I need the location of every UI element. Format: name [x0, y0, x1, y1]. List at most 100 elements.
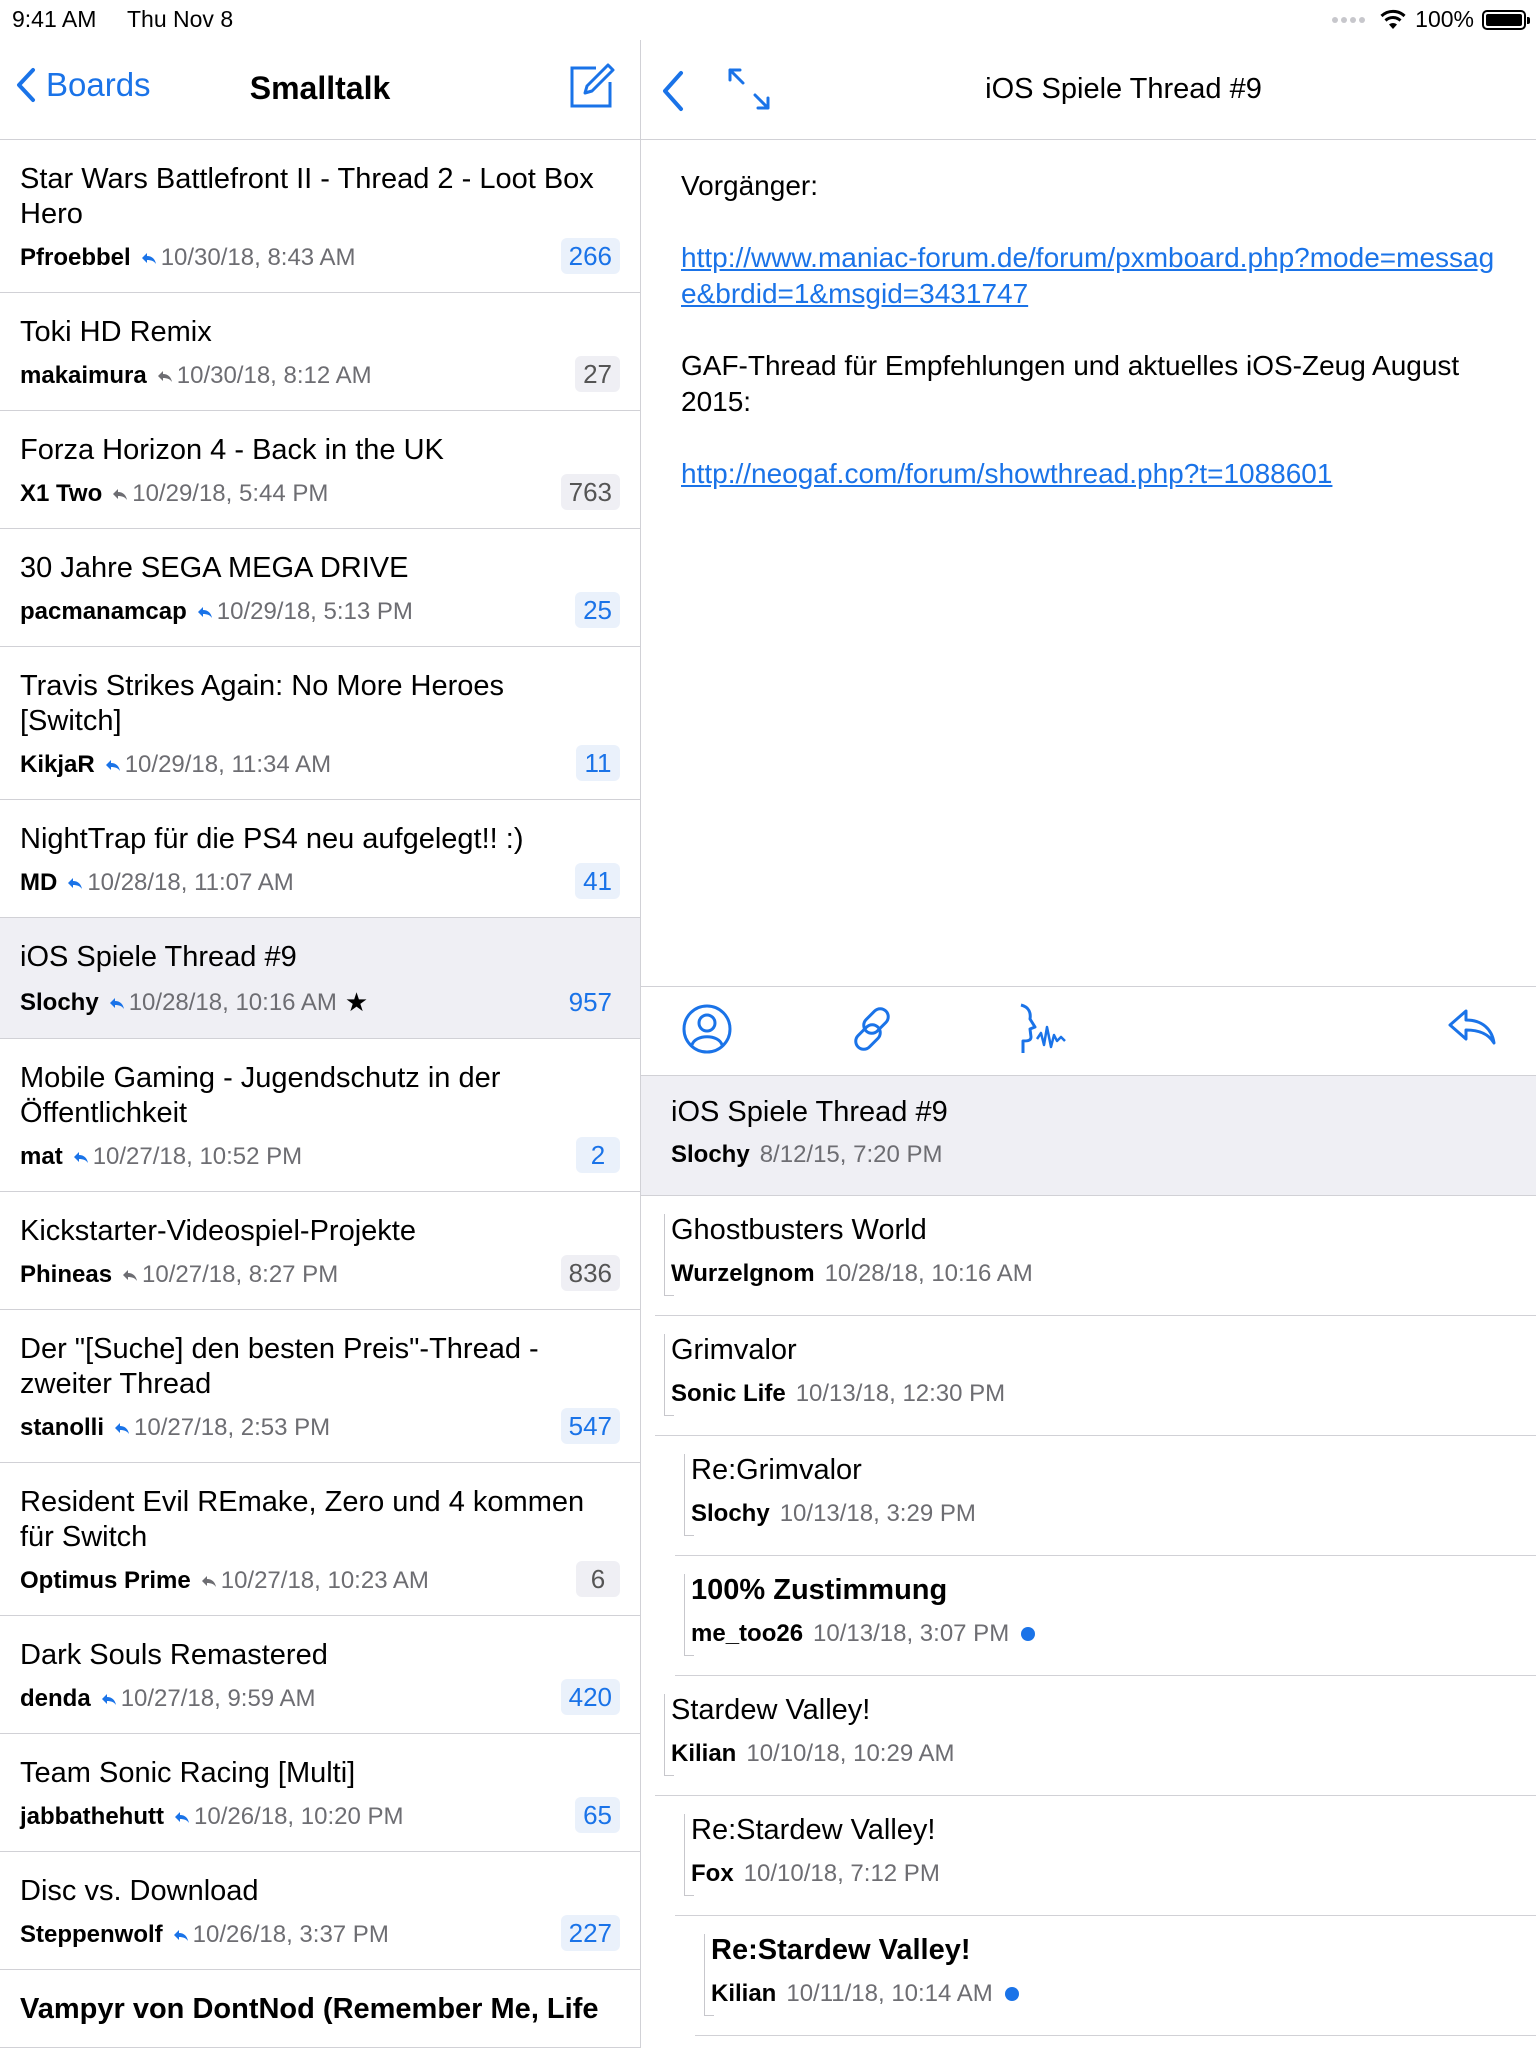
thread-row[interactable]: NightTrap für die PS4 neu aufgelegt!! :)…: [0, 800, 640, 918]
message-link-maniac[interactable]: http://www.maniac-forum.de/forum/pxmboar…: [681, 242, 1494, 309]
thread-row-author: pacmanamcap: [20, 598, 187, 625]
star-icon: ★: [344, 987, 369, 1017]
thread-row[interactable]: Dark Souls Remastered denda 10/27/18, 9:59…: [0, 1616, 640, 1734]
post-count-badge: 836: [560, 1255, 620, 1291]
thread-row-title: Forza Horizon 4 - Back in the UK: [20, 434, 444, 466]
thread-list: Star Wars Battlefront II - Thread 2 - Lo…: [0, 140, 640, 2048]
reply-date: 10/13/18, 3:29 PM: [779, 1500, 976, 1527]
tree-tick: [664, 1775, 674, 1776]
thread-row-date: 10/27/18, 9:59 AM: [120, 1685, 316, 1712]
reply-arrow-icon: [141, 244, 161, 272]
thread-row-meta: denda 10/27/18, 9:59 AM: [20, 1685, 620, 1713]
thread-row[interactable]: Travis Strikes Again: No More Heroes [Sw…: [0, 647, 640, 800]
thread-row-title: Der "[Suche] den besten Preis"-Thread - …: [20, 1333, 539, 1400]
post-count-badge: 420: [560, 1679, 620, 1715]
reply-arrow-icon[interactable]: [1446, 1003, 1498, 1051]
reply-date: 10/10/18, 7:12 PM: [743, 1860, 940, 1887]
battery-icon: [1482, 9, 1530, 30]
reply-row[interactable]: Grimvalor Sonic Life 10/13/18, 12:30 PM: [641, 1316, 1536, 1436]
thread-row-date: 10/29/18, 5:13 PM: [216, 598, 413, 625]
message-text-gaf: GAF-Thread für Empfehlungen und aktuelle…: [681, 350, 1460, 417]
unread-dot-icon: [1004, 1987, 1019, 2001]
chevron-left-icon: [17, 68, 35, 102]
thread-row-author: Pfroebbel: [20, 244, 131, 271]
reply-row[interactable]: Re:Grimvalor Slochy 10/13/18, 3:29 PM: [641, 1436, 1536, 1556]
reply-row[interactable]: Re:Stardew Valley! Fox 10/10/18, 7:12 PM: [641, 1796, 1536, 1916]
thread-row-title: iOS Spiele Thread #9: [20, 941, 297, 973]
post-count-badge: 41: [575, 863, 620, 899]
reply-row[interactable]: Ghostbusters World Wurzelgnom 10/28/18, 10…: [641, 1196, 1536, 1316]
reply-row[interactable]: Stardew Valley! Kilian 10/10/18, 10:29 AM: [641, 1676, 1536, 1796]
reply-title: Grimvalor: [671, 1334, 797, 1366]
reply-date: 10/28/18, 10:16 AM: [824, 1260, 1033, 1287]
thread-row-date: 10/28/18, 11:07 AM: [87, 869, 294, 896]
thread-row-date: 10/27/18, 10:52 PM: [92, 1143, 303, 1170]
reply-author: Sonic Life: [671, 1380, 786, 1407]
tree-tick: [664, 1415, 674, 1416]
thread-row[interactable]: Forza Horizon 4 - Back in the UK X1 Two 10…: [0, 411, 640, 529]
boards-back-button[interactable]: Boards: [16, 66, 151, 104]
reply-row[interactable]: Re:Stardew Valley! Kilian 10/11/18, 10:14 …: [641, 1916, 1536, 2036]
thread-row-author: makaimura: [20, 362, 147, 389]
thread-row[interactable]: iOS Spiele Thread #9 Slochy 10/28/18, 10:1…: [0, 918, 640, 1039]
thread-row[interactable]: Kickstarter-Videospiel-Projekte Phineas 10…: [0, 1192, 640, 1310]
thread-row-meta: stanolli 10/27/18, 2:53 PM: [20, 1414, 620, 1442]
thread-row[interactable]: Team Sonic Racing [Multi] jabbathehutt 10/…: [0, 1734, 640, 1852]
thread-row[interactable]: Toki HD Remix makaimura 10/30/18, 8:12 AM 2…: [0, 293, 640, 411]
thread-row-date: 10/26/18, 10:20 PM: [194, 1803, 404, 1830]
reply-title: Re:Grimvalor: [691, 1454, 862, 1486]
root-author: Slochy: [671, 1141, 750, 1168]
thread-title: iOS Spiele Thread #9: [985, 73, 1262, 105]
reply-arrow-icon: [114, 1414, 134, 1442]
thread-row[interactable]: Resident Evil REmake, Zero und 4 kommen …: [0, 1463, 640, 1616]
thread-row[interactable]: Mobile Gaming - Jugendschutz in der Öffe…: [0, 1039, 640, 1192]
reply-arrow-icon: [73, 1143, 93, 1171]
reply-arrow-icon: [101, 1685, 121, 1713]
thread-row-date: 10/29/18, 5:44 PM: [132, 480, 329, 507]
wifi-icon: [1380, 9, 1406, 29]
profile-icon[interactable]: [681, 1003, 733, 1055]
reply-meta: Slochy 10/13/18, 3:29 PM: [691, 1500, 976, 1528]
post-count-badge: 6: [576, 1561, 620, 1597]
thread-row[interactable]: Disc vs. Download Steppenwolf 10/26/18, 3:…: [0, 1852, 640, 1970]
speak-icon[interactable]: [1011, 1003, 1071, 1059]
thread-row-meta: X1 Two 10/29/18, 5:44 PM: [20, 480, 620, 508]
thread-row-meta: MD 10/28/18, 11:07 AM: [20, 869, 620, 897]
tree-tick: [704, 2015, 714, 2016]
post-count-badge: 227: [560, 1915, 620, 1951]
thread-row-author: KikjaR: [20, 751, 95, 778]
message-link-neogaf[interactable]: http://neogaf.com/forum/showthread.php?t…: [681, 458, 1332, 489]
thread-row[interactable]: 30 Jahre SEGA MEGA DRIVE pacmanamcap 10/29…: [0, 529, 640, 647]
boards-back-label: Boards: [46, 66, 151, 103]
reply-author: Slochy: [691, 1500, 770, 1527]
thread-root-item[interactable]: iOS Spiele Thread #9 Slochy 8/12/15, 7:20…: [641, 1076, 1536, 1196]
thread-row[interactable]: Star Wars Battlefront II - Thread 2 - Lo…: [0, 140, 640, 293]
thread-row-date: 10/27/18, 10:23 AM: [220, 1567, 429, 1594]
thread-row-meta: pacmanamcap 10/29/18, 5:13 PM: [20, 598, 620, 626]
reply-title: Stardew Valley!: [671, 1694, 871, 1726]
thread-row[interactable]: Vampyr von DontNod (Remember Me, Life: [0, 1970, 640, 2048]
link-icon[interactable]: [846, 1003, 898, 1055]
post-count-badge: 11: [576, 745, 620, 781]
thread-row-title: Mobile Gaming - Jugendschutz in der Öffe…: [20, 1062, 501, 1129]
post-count-badge: 2: [576, 1137, 620, 1173]
thread-row-date: 10/29/18, 11:34 AM: [124, 751, 332, 778]
root-title: iOS Spiele Thread #9: [671, 1096, 948, 1128]
reply-date: 10/13/18, 12:30 PM: [795, 1380, 1006, 1407]
message-body: Vorgänger: http://www.maniac-forum.de/fo…: [641, 140, 1536, 986]
thread-row[interactable]: Der "[Suche] den besten Preis"-Thread - …: [0, 1310, 640, 1463]
reply-arrow-icon: [174, 1803, 194, 1831]
reply-author: Kilian: [671, 1740, 737, 1767]
signal-icon: [1332, 16, 1366, 23]
post-count-badge: 547: [560, 1408, 620, 1444]
post-count-badge: 763: [560, 474, 620, 510]
reply-title: Ghostbusters World: [671, 1214, 927, 1246]
tree-tick: [684, 1535, 694, 1536]
thread-row-title: Travis Strikes Again: No More Heroes [Sw…: [20, 670, 505, 737]
reply-arrow-icon: [109, 989, 129, 1017]
thread-row-title: Team Sonic Racing [Multi]: [20, 1757, 356, 1789]
reply-row[interactable]: 100% Zustimmung me_too26 10/13/18, 3:07 PM: [641, 1556, 1536, 1676]
compose-icon[interactable]: [568, 62, 616, 110]
thread-row-meta: Pfroebbel 10/30/18, 8:43 AM: [20, 244, 620, 272]
thread-row-meta: Phineas 10/27/18, 8:27 PM: [20, 1261, 620, 1289]
